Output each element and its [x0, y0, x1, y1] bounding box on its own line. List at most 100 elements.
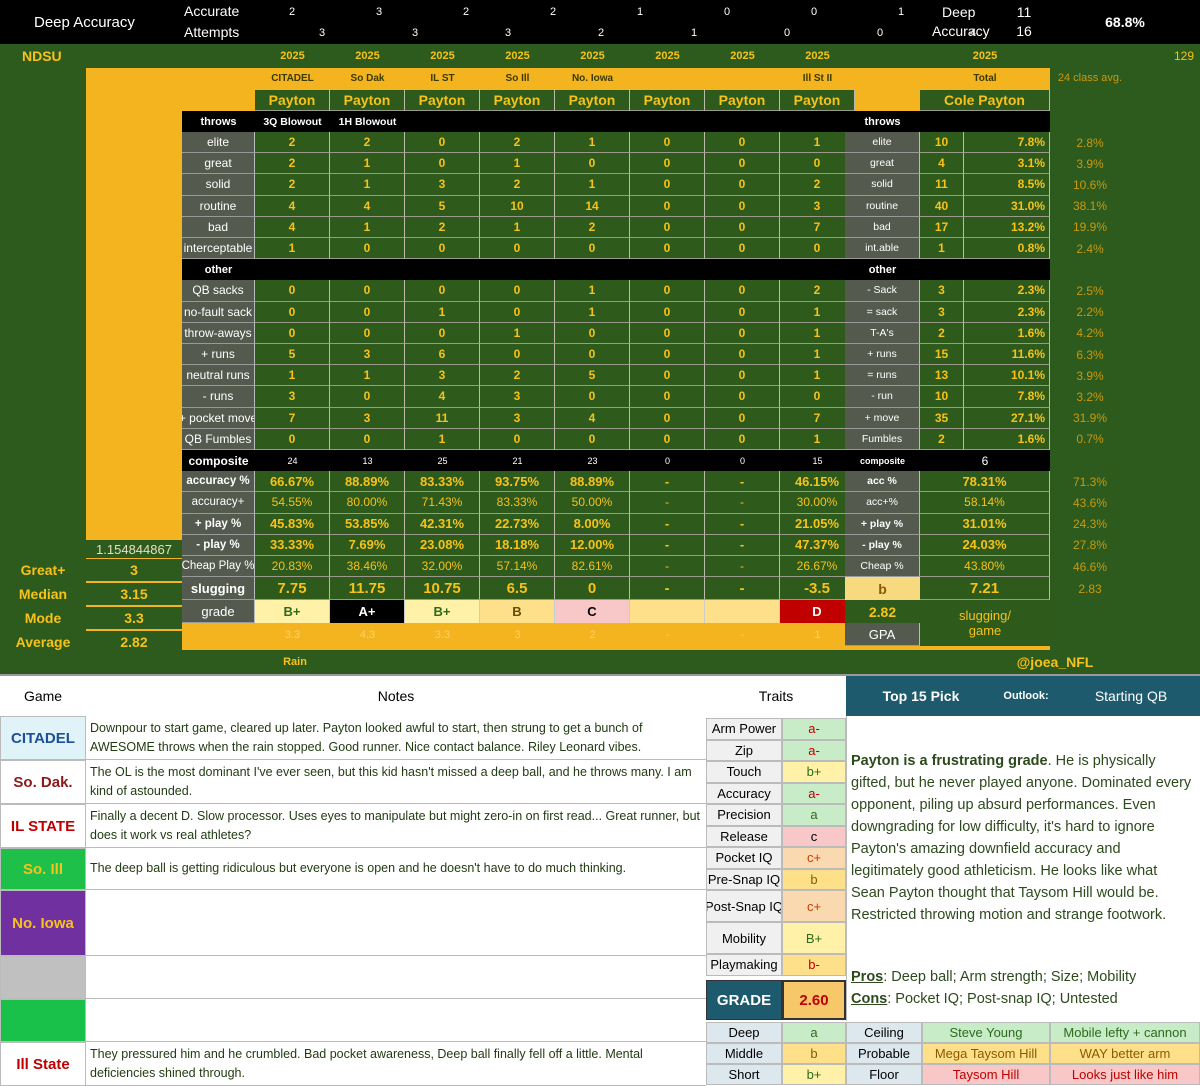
player-row-blank [182, 90, 255, 111]
game-grade: C [555, 600, 630, 624]
stat-value: 1 [480, 153, 555, 175]
composite-pct: 83.33% [480, 492, 555, 514]
comp-player: Steve Young [922, 1022, 1050, 1043]
trait-name: Post-Snap IQ [706, 890, 782, 922]
class-average: 27.8% [1072, 538, 1108, 553]
stat-total: 40 [920, 195, 964, 217]
stat-pct: 31.0% [964, 195, 1050, 217]
stat-value: 1 [405, 301, 480, 323]
game-grade: B+ [405, 600, 480, 624]
composite-pct: - [630, 492, 705, 514]
stat-side-label: T-A's [845, 322, 920, 344]
deep-label: Deep [942, 4, 976, 20]
composite-label: + play % [182, 513, 255, 535]
class-avg-label: 24 class avg. [1057, 72, 1123, 84]
composite-side-label: - play % [845, 534, 920, 556]
pros-line: Pros: Deep ball; Arm strength; Size; Mob… [851, 966, 1195, 988]
stat-value: 1 [480, 216, 555, 238]
stat-side-label: - run [845, 386, 920, 408]
stat-value: 0 [555, 344, 630, 366]
stat-value: 0 [705, 301, 780, 323]
notes-header: Notes [377, 688, 415, 704]
summary-stat-value: 2.82 [86, 631, 182, 653]
game-note-tag [405, 111, 480, 132]
game-opponent: So. Ill [0, 848, 86, 890]
depth-grade: b+ [782, 1064, 846, 1085]
stat-value: 0 [705, 386, 780, 408]
stat-value: 1 [330, 153, 405, 175]
opponent-name [630, 69, 705, 87]
stat-value: 3 [330, 344, 405, 366]
season-year: 2025 [505, 50, 530, 62]
throws-header: throws [182, 111, 255, 132]
game-note: They pressured him and he crumbled. Bad … [86, 1042, 706, 1086]
class-average: 2.2% [1076, 305, 1104, 320]
stat-value: 7 [780, 407, 855, 429]
stat-value: 2 [480, 174, 555, 196]
game-note-tag [630, 111, 705, 132]
stat-value: 2 [330, 132, 405, 154]
class-average: 46.6% [1072, 559, 1108, 574]
stat-value: 1 [330, 174, 405, 196]
stat-label: throw-aways [182, 322, 255, 344]
stat-value: 2 [255, 132, 330, 154]
stat-side-label: - Sack [845, 280, 920, 302]
stat-value: 0 [405, 322, 480, 344]
season-year: 2025 [730, 50, 755, 62]
composite-value: 0 [630, 450, 705, 472]
stat-value: 1 [255, 365, 330, 387]
season-year: 2025 [580, 50, 605, 62]
player-name: Payton [330, 90, 405, 111]
traits-header: Traits [758, 688, 794, 704]
grade-label: GRADE [706, 980, 782, 1020]
summary-stat-label: Average [15, 634, 71, 650]
game-header: Game [23, 688, 63, 704]
stat-value: 0 [705, 216, 780, 238]
stat-pct: 1.6% [964, 322, 1050, 344]
stat-pct: 1.6% [964, 428, 1050, 450]
stat-label: interceptable [182, 238, 255, 260]
other-total-bar [920, 259, 1050, 281]
throws-side-header: throws [845, 111, 920, 132]
stat-total: 11 [920, 174, 964, 196]
composite-pct: 33.33% [255, 534, 330, 556]
stat-side-label: great [845, 153, 920, 175]
stat-value: 5 [255, 344, 330, 366]
stat-value: 0 [405, 153, 480, 175]
attempts-count: 4 [969, 27, 977, 39]
outlook-bar: Top 15 Pick Outlook: Starting QB [846, 676, 1200, 716]
stat-value: 5 [555, 365, 630, 387]
depth-grade: a [782, 1022, 846, 1043]
slugging-value: - [630, 577, 705, 601]
composite-pct: 26.67% [780, 556, 855, 578]
trait-name: Pre-Snap IQ [706, 868, 782, 890]
stat-value: 2 [480, 132, 555, 154]
cons-label: Cons [851, 991, 888, 1007]
trait-name: Mobility [706, 922, 782, 954]
comp-player: Mega Taysom Hill [922, 1043, 1050, 1064]
stat-value: 4 [255, 195, 330, 217]
stat-label: routine [182, 195, 255, 217]
stat-value: 0 [330, 238, 405, 260]
game-note-tag [705, 111, 780, 132]
composite-pct: 45.83% [255, 513, 330, 535]
slugging-label: slugging [182, 577, 255, 601]
stat-value: 0 [705, 322, 780, 344]
stat-total: 3 [920, 280, 964, 302]
stat-value: 0 [780, 153, 855, 175]
accurate-label: Accurate [184, 3, 240, 19]
stat-value: 1 [780, 428, 855, 450]
slugging-value: 0 [555, 577, 630, 601]
composite-total-pct: 78.31% [920, 471, 1050, 493]
composite-pct: 42.31% [405, 513, 480, 535]
stat-value: 0 [555, 428, 630, 450]
composite-pct: - [630, 513, 705, 535]
trait-grade: a- [782, 782, 846, 804]
attempts-count: 2 [597, 27, 605, 39]
stat-value: 0 [630, 132, 705, 154]
trait-name: Pocket IQ [706, 847, 782, 869]
composite-pct: 22.73% [480, 513, 555, 535]
composite-value: 25 [405, 450, 480, 472]
accurate-count: 2 [288, 6, 296, 18]
composite-pct: 7.69% [330, 534, 405, 556]
